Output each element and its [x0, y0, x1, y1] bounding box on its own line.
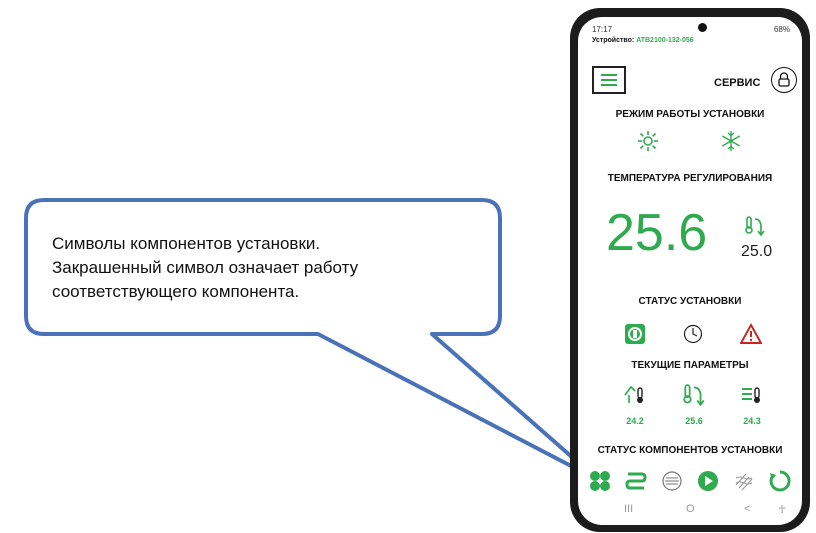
back-button[interactable]: < [744, 503, 750, 515]
status-title: СТАТУС УСТАНОВКИ [638, 296, 742, 307]
setpoint-temperature: 25.0 [741, 243, 773, 260]
phone-frame: 17:17 68% Устройство: ATB2100-132-056 СЕ… [570, 8, 810, 532]
recent-apps-button[interactable]: III [624, 503, 633, 515]
components-title: СТАТУС КОМПОНЕНТОВ УСТАНОВКИ [597, 445, 783, 456]
camera-icon [698, 23, 707, 32]
cooler-icon [735, 473, 753, 491]
status-time: 17:17 [592, 25, 613, 34]
power-icon [625, 324, 645, 344]
heater-coil-icon [625, 472, 647, 490]
supply-temp-icon [683, 384, 705, 407]
status-bar: 17:17 68% [592, 23, 790, 37]
param-value-return: 24.3 [743, 416, 761, 426]
home-button[interactable]: O [686, 503, 695, 515]
param-value-supply: 25.6 [685, 416, 703, 426]
device-id: ATB2100-132-056 [636, 37, 694, 44]
callout-line: Закрашенный символ означает работу [52, 258, 359, 277]
callout-text: Символы компонентов установки. Закрашенн… [52, 232, 472, 304]
snowflake-cooling-icon[interactable] [719, 129, 743, 153]
phone-screen: 17:17 68% Устройство: ATB2100-132-056 СЕ… [578, 17, 802, 525]
temp-title: ТЕМПЕРАТУРА РЕГУЛИРОВАНИЯ [607, 173, 773, 184]
return-temp-icon [742, 387, 760, 403]
hamburger-icon [601, 74, 617, 76]
hamburger-line [601, 79, 617, 81]
params-title: ТЕКУЩИЕ ПАРАМЕТРЫ [631, 360, 749, 371]
filter-icon [662, 471, 682, 491]
callout-line: Символы компонентов установки. [52, 234, 321, 253]
menu-button[interactable] [592, 66, 626, 94]
supply-temp-icon [745, 216, 765, 237]
fan-icon [590, 471, 610, 491]
service-label[interactable]: СЕРВИС [714, 77, 760, 89]
pump-icon [698, 471, 718, 491]
callout-line: соответствующего компонента. [52, 282, 300, 301]
battery-status: 68% [773, 25, 790, 34]
clock-icon [683, 324, 703, 344]
param-value-outdoor: 24.2 [626, 416, 644, 426]
lock-button[interactable] [771, 67, 797, 93]
device-label: Устройство: [592, 37, 635, 44]
mode-title: РЕЖИМ РАБОТЫ УСТАНОВКИ [615, 109, 765, 120]
sun-heating-icon[interactable] [636, 129, 660, 153]
hamburger-line [601, 84, 617, 86]
current-temperature: 25.6 [606, 204, 708, 262]
accessibility-button[interactable]: ☥ [778, 503, 786, 516]
recuperator-icon [769, 470, 791, 492]
device-info: Устройство: ATB2100-132-056 [592, 37, 694, 44]
lock-icon [778, 72, 790, 87]
android-nav-bar: III O < ☥ [578, 495, 802, 525]
warning-icon [740, 323, 762, 344]
outdoor-temp-icon [624, 385, 643, 403]
